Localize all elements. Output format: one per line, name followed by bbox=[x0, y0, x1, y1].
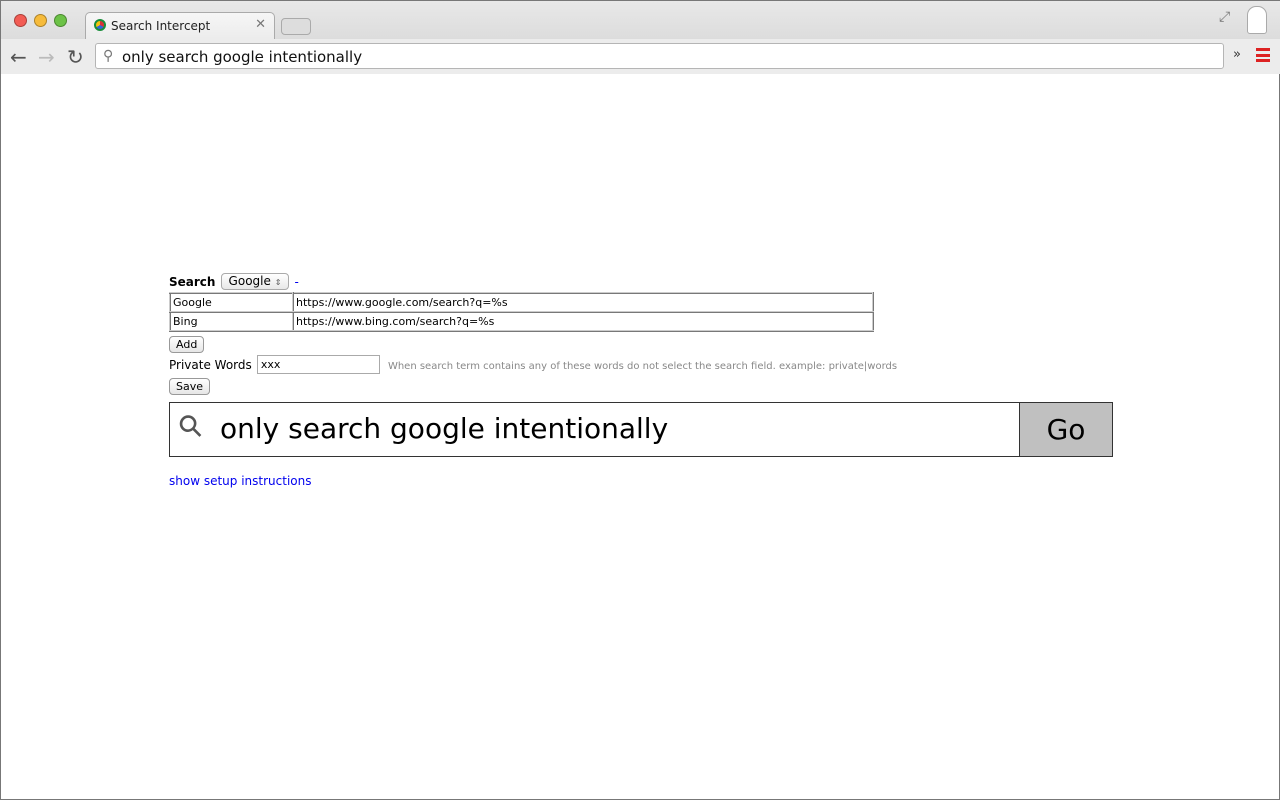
table-row: Google https://www.google.com/search?q=%… bbox=[169, 292, 874, 313]
favicon-icon bbox=[94, 19, 106, 31]
engine-name-field[interactable]: Bing bbox=[169, 311, 294, 332]
browser-chrome: Search Intercept ✕ ⤢ ← → ↻ ⚲ only search… bbox=[1, 1, 1280, 74]
profile-avatar-icon[interactable] bbox=[1247, 6, 1267, 34]
search-box: ⚲ only search google intentionally Go bbox=[169, 402, 1113, 457]
private-words-hint: When search term contains any of these w… bbox=[387, 361, 898, 372]
tab-title: Search Intercept bbox=[111, 19, 211, 33]
minimize-window-button[interactable] bbox=[34, 14, 47, 27]
tab-close-icon[interactable]: ✕ bbox=[255, 17, 266, 32]
search-icon: ⚲ bbox=[103, 48, 114, 64]
zoom-window-button[interactable] bbox=[54, 14, 67, 27]
tab-search-intercept[interactable]: Search Intercept ✕ bbox=[85, 12, 275, 39]
reload-icon[interactable]: ↻ bbox=[67, 45, 84, 69]
menu-icon[interactable] bbox=[1256, 48, 1270, 62]
engine-url-field[interactable]: https://www.google.com/search?q=%s bbox=[292, 292, 874, 313]
extensions-overflow-icon[interactable]: » bbox=[1233, 47, 1241, 62]
engine-name-field[interactable]: Google bbox=[169, 292, 294, 313]
search-icon: ⚲ bbox=[170, 406, 212, 447]
go-button[interactable]: Go bbox=[1019, 403, 1112, 456]
engine-select[interactable]: Google ⇕ bbox=[220, 273, 290, 290]
add-button[interactable]: Add bbox=[169, 336, 205, 353]
address-text: only search google intentionally bbox=[122, 48, 363, 66]
search-input[interactable]: only search google intentionally bbox=[220, 412, 668, 445]
search-label: Search bbox=[169, 275, 216, 289]
save-button[interactable]: Save bbox=[169, 378, 211, 395]
address-bar[interactable]: ⚲ only search google intentionally bbox=[95, 43, 1224, 69]
select-arrows-icon: ⇕ bbox=[274, 278, 282, 287]
fullscreen-icon[interactable]: ⤢ bbox=[1219, 9, 1230, 25]
show-setup-instructions-link[interactable]: show setup instructions bbox=[169, 474, 311, 488]
back-icon[interactable]: ← bbox=[10, 45, 27, 69]
settings-form: Search Google ⇕ - Google https://www.goo… bbox=[169, 271, 897, 395]
private-words-label: Private Words bbox=[169, 358, 252, 372]
close-window-button[interactable] bbox=[14, 14, 27, 27]
forward-icon[interactable]: → bbox=[38, 45, 55, 69]
private-words-input[interactable]: xxx bbox=[256, 355, 380, 374]
new-tab-button[interactable] bbox=[281, 18, 311, 35]
engine-select-value: Google bbox=[228, 274, 271, 288]
table-row: Bing https://www.bing.com/search?q=%s bbox=[169, 311, 874, 332]
engine-url-field[interactable]: https://www.bing.com/search?q=%s bbox=[292, 311, 874, 332]
engines-table: Google https://www.google.com/search?q=%… bbox=[169, 292, 874, 332]
remove-engine-link[interactable]: - bbox=[295, 275, 299, 289]
